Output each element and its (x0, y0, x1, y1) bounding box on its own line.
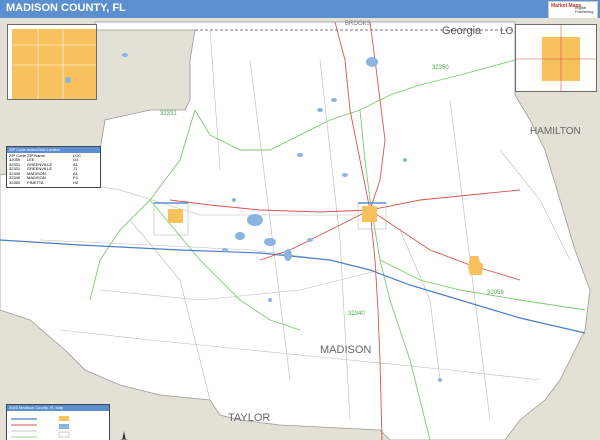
label-brooks: BROOKS (345, 21, 371, 27)
logo-line-2: Digital Publishing (575, 5, 594, 14)
lake (222, 248, 228, 252)
zip-row: 32350 PINETTA H2 (7, 179, 100, 186)
zip-code: 32350 (9, 179, 21, 185)
lake (232, 198, 236, 202)
lake (438, 378, 442, 382)
lake (264, 238, 276, 246)
inset-map-greenville[interactable] (7, 24, 97, 100)
zip-label-32059: 32059 (487, 290, 504, 296)
zip-label-32331: 32331 (160, 111, 177, 117)
lake (235, 232, 245, 240)
zip-label-32350: 32350 (432, 65, 449, 71)
legend-swatch-water (59, 424, 69, 429)
legend-swatches (11, 416, 70, 438)
legend-swatch-city (59, 416, 69, 421)
inset-city-area (12, 29, 96, 99)
label-madison: MADISON (320, 344, 371, 356)
city-greenville (168, 209, 183, 223)
inset-greenville-svg (12, 29, 96, 99)
zip-loc: H2 (73, 179, 79, 185)
legend-swatch-county (58, 431, 70, 438)
publisher-logo: Market Maps Digital Publishing (548, 1, 598, 19)
inset-madison-svg (516, 25, 596, 91)
lake (331, 98, 337, 102)
lake (366, 57, 378, 67)
lake (122, 53, 128, 57)
label-hamilton: HAMILTON (530, 126, 581, 137)
lake (268, 298, 272, 302)
map-title: MADISON COUNTY, FL (6, 2, 126, 14)
lake (284, 249, 292, 261)
title-bar: MADISON COUNTY, FL Market Maps Digital P… (0, 0, 600, 19)
lake (403, 158, 407, 162)
zip-name: PINETTA (27, 179, 44, 185)
lake (247, 214, 263, 226)
map-canvas[interactable]: Georgia BROOKS LO HAMILTON MADISON TAYLO… (0, 18, 600, 440)
lake (317, 108, 323, 112)
label-taylor: TAYLOR (228, 412, 270, 424)
inset-lake (65, 77, 71, 83)
compass-north (122, 431, 126, 440)
label-georgia: Georgia (442, 25, 482, 37)
zip-code-index: ZIP Code Index/Grid Locator ZIP Code ZIP… (6, 146, 101, 188)
lake (297, 153, 303, 157)
label-lowndes: LO (500, 26, 514, 37)
zip-label-32340: 32340 (348, 311, 365, 317)
map-legend: 2016 Madison County, FL Map (6, 404, 110, 440)
lake (307, 238, 313, 242)
compass-rose-icon (119, 431, 129, 440)
lake (342, 173, 348, 177)
inset-map-madison[interactable] (515, 24, 597, 92)
city-madison (362, 206, 377, 222)
